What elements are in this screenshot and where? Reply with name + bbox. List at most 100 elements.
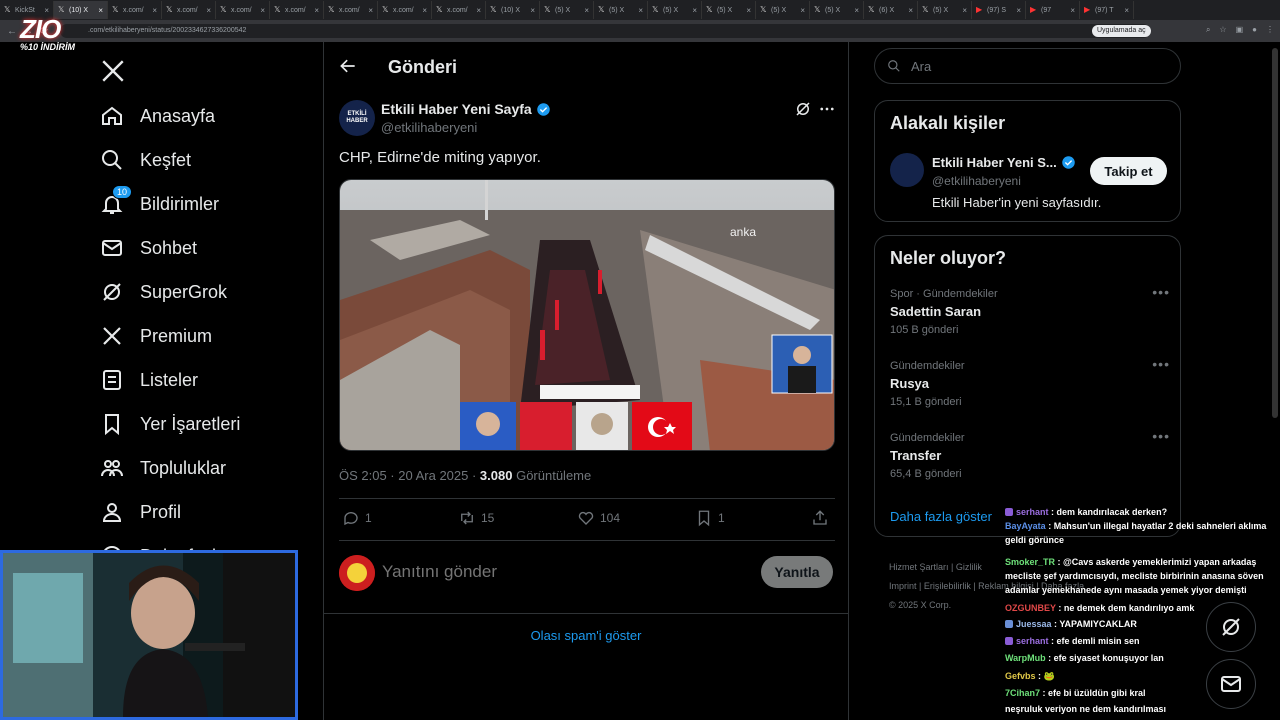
trend-more-icon[interactable]: ••• xyxy=(1152,284,1170,300)
browser-tab[interactable]: 𝕏 (5) X × xyxy=(756,1,810,19)
tab-close-icon[interactable]: × xyxy=(1070,6,1075,15)
browser-tab[interactable]: 𝕏x.com/ × xyxy=(432,1,486,19)
related-handle[interactable]: @etkilihaberyeni xyxy=(932,174,1021,188)
follow-button[interactable]: Takip et xyxy=(1090,157,1167,185)
x-logo-icon[interactable] xyxy=(100,58,126,84)
tab-close-icon[interactable]: × xyxy=(1016,6,1021,15)
post-media-image[interactable]: anka xyxy=(339,179,835,451)
tab-close-icon[interactable]: × xyxy=(368,6,373,15)
nav-item-home[interactable]: Anasayfa xyxy=(100,101,215,131)
browser-tab[interactable]: ▶ (97) T × xyxy=(1080,1,1134,19)
back-nav-icon[interactable]: ← xyxy=(4,26,20,37)
bookmark-action[interactable]: 1 xyxy=(695,509,725,527)
author-name-text[interactable]: Etkili Haber Yeni Sayfa xyxy=(381,101,532,117)
profile-icon[interactable]: ● xyxy=(1252,25,1257,35)
browser-tab[interactable]: ▶ (97) S × xyxy=(972,1,1026,19)
author-name[interactable]: Etkili Haber Yeni Sayfa xyxy=(381,101,551,117)
grok-float-button[interactable] xyxy=(1206,602,1256,652)
grok-icon xyxy=(1222,618,1240,636)
repost-action[interactable]: 15 xyxy=(458,509,494,527)
nav-item-mail[interactable]: Sohbet xyxy=(100,233,197,263)
author-handle[interactable]: @etkilihaberyeni xyxy=(381,120,477,135)
tab-close-icon[interactable]: × xyxy=(746,6,751,15)
open-in-app-button[interactable]: Uygulamada aç xyxy=(1092,25,1151,37)
tab-close-icon[interactable]: × xyxy=(800,6,805,15)
tab-close-icon[interactable]: × xyxy=(908,6,913,15)
nav-item-bell[interactable]: Bildirimler 10 xyxy=(100,185,219,219)
search-input[interactable]: Ara xyxy=(874,48,1181,84)
browser-tab[interactable]: 𝕏 (5) X × xyxy=(918,1,972,19)
tab-close-icon[interactable]: × xyxy=(584,6,589,15)
chat-username: OZGUNBEY xyxy=(1005,603,1056,613)
nav-item-grok[interactable]: SuperGrok xyxy=(100,277,227,307)
view-count: 3.080 xyxy=(479,468,513,483)
browser-tab[interactable]: 𝕏x.com/ × xyxy=(378,1,432,19)
tab-close-icon[interactable]: × xyxy=(692,6,697,15)
browser-tab[interactable]: ▶ (97 × xyxy=(1026,1,1080,19)
menu-icon[interactable]: ⋮ xyxy=(1266,25,1274,35)
like-action[interactable]: 104 xyxy=(577,509,620,527)
post-timestamp[interactable]: ÖS 2:05 · 20 Ara 2025 · xyxy=(339,468,480,483)
url-field[interactable]: .com/etkilihaberyeni/status/200233462733… xyxy=(60,24,1150,38)
related-name[interactable]: Etkili Haber Yeni S... xyxy=(932,155,1076,170)
tab-close-icon[interactable]: × xyxy=(314,6,319,15)
tab-close-icon[interactable]: × xyxy=(476,6,481,15)
browser-tab[interactable]: 𝕏x.com/ × xyxy=(270,1,324,19)
reply-button[interactable]: Yanıtla xyxy=(761,556,833,588)
star-icon[interactable]: ☆ xyxy=(1219,25,1226,35)
tab-close-icon[interactable]: × xyxy=(962,6,967,15)
search-icon xyxy=(102,150,122,170)
extensions-icon[interactable]: ▣ xyxy=(1236,25,1244,35)
show-more-link[interactable]: Daha fazla göster xyxy=(890,509,992,524)
page-scrollbar[interactable] xyxy=(1272,48,1278,418)
zoom-icon[interactable]: ⌕ xyxy=(1206,25,1210,35)
browser-tab[interactable]: 𝕏x.com/ × xyxy=(162,1,216,19)
related-name-text[interactable]: Etkili Haber Yeni S... xyxy=(932,155,1057,170)
nav-item-search[interactable]: Keşfet xyxy=(100,145,191,175)
tab-label: (10) X xyxy=(69,6,89,14)
browser-tab[interactable]: 𝕏 (5) X × xyxy=(648,1,702,19)
browser-tab[interactable]: 𝕏 (6) X × xyxy=(864,1,918,19)
browser-tab[interactable]: 𝕏x.com/ × xyxy=(324,1,378,19)
nav-item-x[interactable]: Premium xyxy=(100,321,212,351)
tab-close-icon[interactable]: × xyxy=(98,6,103,15)
browser-tab[interactable]: 𝕏 (10) X × xyxy=(486,1,540,19)
nav-item-list[interactable]: Listeler xyxy=(100,365,198,395)
more-options-icon[interactable] xyxy=(818,100,836,118)
tab-close-icon[interactable]: × xyxy=(530,6,535,15)
tab-favicon-icon: ▶ xyxy=(1084,5,1091,14)
user-avatar[interactable] xyxy=(339,555,375,591)
trend-more-icon[interactable]: ••• xyxy=(1152,428,1170,444)
tab-close-icon[interactable]: × xyxy=(1124,6,1129,15)
trend-more-icon[interactable]: ••• xyxy=(1152,356,1170,372)
nav-item-communities[interactable]: Topluluklar xyxy=(100,453,226,483)
grok-icon[interactable] xyxy=(794,100,812,118)
tab-close-icon[interactable]: × xyxy=(854,6,859,15)
browser-tab[interactable]: 𝕏 (5) X × xyxy=(810,1,864,19)
trend-item[interactable]: Gündemdekiler Rusya 15,1 B gönderi ••• xyxy=(890,356,1170,408)
show-spam-link[interactable]: Olası spam'i göster xyxy=(324,628,848,643)
reply-action[interactable]: 1 xyxy=(342,509,372,527)
reply-input[interactable] xyxy=(382,562,742,582)
browser-tab[interactable]: 𝕏 (5) X × xyxy=(540,1,594,19)
browser-tab[interactable]: 𝕏x.com/ × xyxy=(108,1,162,19)
related-avatar[interactable] xyxy=(890,153,924,187)
tab-close-icon[interactable]: × xyxy=(638,6,643,15)
browser-tab[interactable]: 𝕏x.com/ × xyxy=(216,1,270,19)
tab-close-icon[interactable]: × xyxy=(206,6,211,15)
tab-close-icon[interactable]: × xyxy=(260,6,265,15)
browser-tab[interactable]: 𝕏 (10) X × xyxy=(54,1,108,19)
author-avatar[interactable]: ETKİLİ HABER xyxy=(339,100,375,136)
tab-label: (10) X xyxy=(501,6,521,14)
tab-close-icon[interactable]: × xyxy=(152,6,157,15)
share-action[interactable] xyxy=(811,509,834,527)
trend-item[interactable]: Gündemdekiler Transfer 65,4 B gönderi ••• xyxy=(890,428,1170,480)
back-arrow-icon[interactable] xyxy=(338,56,358,76)
nav-item-profile[interactable]: Profil xyxy=(100,497,181,527)
trend-item[interactable]: Spor · Gündemdekiler Sadettin Saran 105 B … xyxy=(890,284,1170,336)
browser-tab[interactable]: 𝕏 (5) X × xyxy=(594,1,648,19)
browser-tab[interactable]: 𝕏 (5) X × xyxy=(702,1,756,19)
messages-float-button[interactable] xyxy=(1206,659,1256,709)
tab-close-icon[interactable]: × xyxy=(422,6,427,15)
nav-item-bookmark[interactable]: Yer İşaretleri xyxy=(100,409,240,439)
